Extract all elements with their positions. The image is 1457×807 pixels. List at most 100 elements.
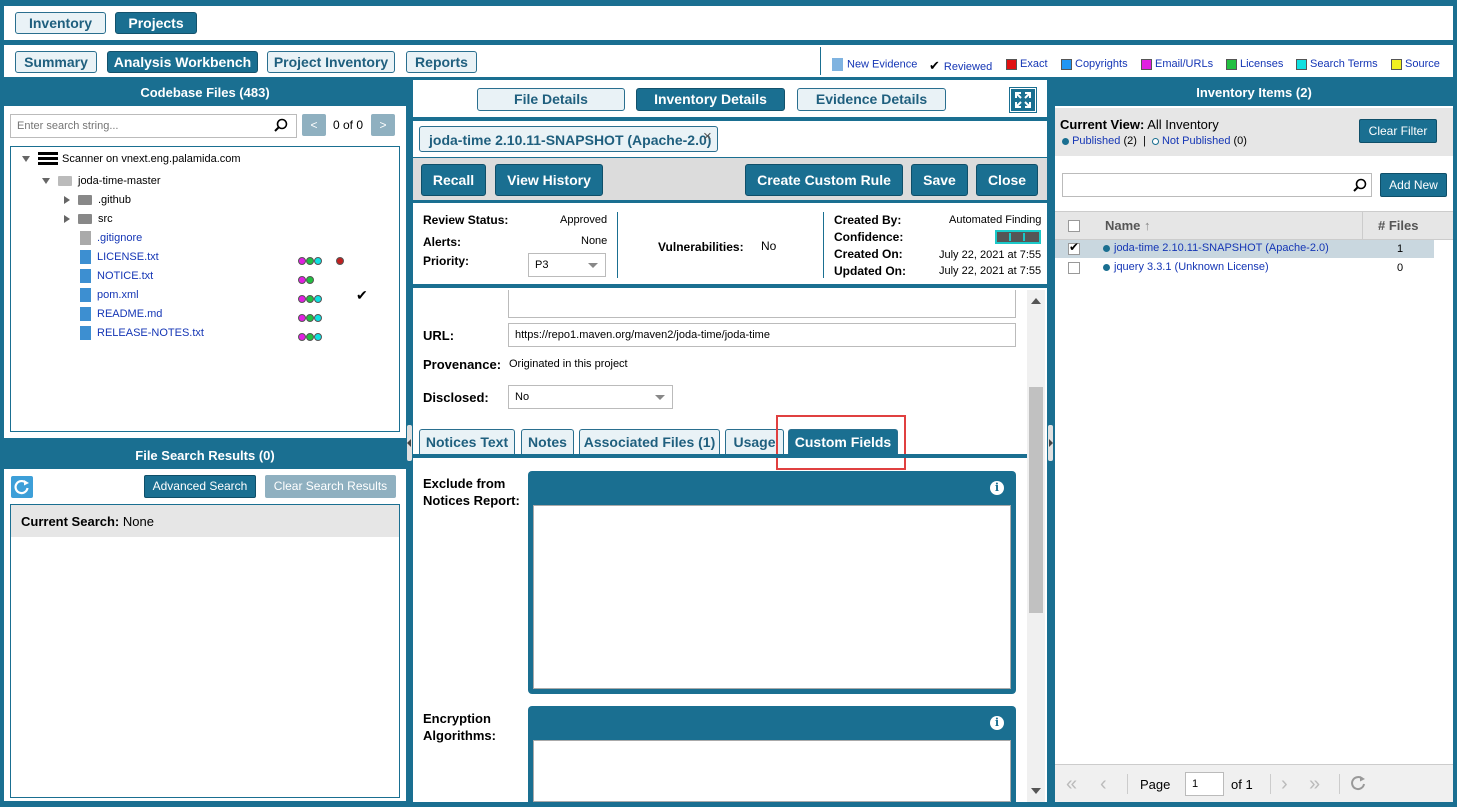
tree-node-release-notes[interactable]: RELEASE-NOTES.txt [80,326,204,340]
last-page-icon[interactable]: » [1309,773,1320,796]
legend-new-evidence: New Evidence [832,58,917,71]
confidence-label: Confidence: [834,230,904,244]
scroll-down-icon[interactable] [1031,788,1041,794]
top-nav-bar: Inventory Projects [4,6,1453,40]
tree-node-notice[interactable]: NOTICE.txt [80,269,153,283]
file-icon [80,250,91,264]
text-area-top[interactable] [508,290,1016,318]
current-search-box: Current Search: None [10,504,400,798]
current-search-label: Current Search: None [21,514,154,529]
left-splitter-handle[interactable] [407,425,412,461]
info-icon[interactable]: i [990,716,1004,730]
view-history-button[interactable]: View History [495,164,603,196]
exclude-notices-field: i [528,471,1016,694]
first-page-icon[interactable]: « [1066,773,1077,796]
center-scrollbar[interactable] [1027,290,1045,802]
priority-select[interactable]: P3 [528,253,606,277]
evidence-dot [298,275,306,284]
expand-icon[interactable] [42,178,50,184]
inventory-item-name[interactable]: joda-time 2.10.11-SNAPSHOT (Apache-2.0) [1103,242,1329,254]
scroll-thumb[interactable] [1029,387,1043,613]
close-icon[interactable]: × [703,128,712,145]
sort-arrow-icon: ↑ [1144,218,1151,233]
search-terms-swatch [1296,58,1307,70]
column-name-header[interactable]: Name ↑ [1105,218,1151,233]
codebase-prev-button[interactable]: < [302,114,326,136]
check-icon: ✔ [1069,240,1080,254]
tree-node-readme[interactable]: README.md [80,307,162,321]
close-button[interactable]: Close [976,164,1038,196]
select-all-checkbox[interactable] [1068,220,1080,232]
next-page-icon[interactable]: › [1281,773,1288,796]
created-on-value: July 22, 2021 at 7:55 [939,249,1042,261]
create-custom-rule-button[interactable]: Create Custom Rule [745,164,903,196]
legend-licenses: Licenses [1226,58,1283,70]
save-button[interactable]: Save [911,164,968,196]
page-input[interactable]: 1 [1185,772,1224,796]
chevron-down-icon [588,263,598,268]
tree-node-github[interactable]: .github [64,194,131,206]
inventory-item-name[interactable]: jquery 3.3.1 (Unknown License) [1103,261,1269,273]
evidence-dot [298,313,306,322]
refresh-icon[interactable] [11,476,33,498]
published-dot [1103,263,1110,271]
inventory-doc-tab[interactable]: joda-time 2.10.11-SNAPSHOT (Apache-2.0) … [419,126,718,152]
expand-icon[interactable] [1009,87,1037,113]
exclude-notices-textarea[interactable] [533,505,1011,689]
inventory-details-tab[interactable]: Inventory Details [636,88,785,111]
tree-node-joda-time-master[interactable]: joda-time-master [42,175,161,187]
url-input[interactable]: https://repo1.maven.org/maven2/joda-time… [508,323,1016,347]
legend-copyrights: Copyrights [1061,58,1128,70]
row-checkbox[interactable]: ✔ [1068,240,1080,255]
codebase-next-button[interactable]: > [371,114,395,136]
tree-node-src[interactable]: src [64,213,113,225]
evidence-details-tab[interactable]: Evidence Details [797,88,946,111]
collapse-icon[interactable] [64,215,70,223]
summary-tab[interactable]: Summary [15,51,97,73]
page-label: Page [1140,777,1171,792]
info-icon[interactable]: i [990,481,1004,495]
refresh-icon[interactable] [1349,774,1367,795]
tree-node-gitignore[interactable]: .gitignore [80,231,142,245]
clear-filter-button[interactable]: Clear Filter [1359,119,1437,143]
search-icon[interactable] [1353,178,1367,192]
file-details-tab[interactable]: File Details [477,88,625,111]
updated-on-value: July 22, 2021 at 7:55 [939,265,1042,277]
tab-associated-files[interactable]: Associated Files (1) [579,429,720,454]
advanced-search-button[interactable]: Advanced Search [144,475,256,498]
row-checkbox[interactable] [1068,262,1080,274]
encryption-textarea[interactable] [533,740,1011,802]
disclosed-select[interactable]: No [508,385,673,409]
prev-page-icon[interactable]: ‹ [1100,773,1107,796]
codebase-files-panel: Codebase Files (483) < 0 of 0 > [4,80,406,438]
clear-search-results-button[interactable]: Clear Search Results [265,475,396,498]
analysis-workbench-tab[interactable]: Analysis Workbench [107,51,258,73]
tree-node-pom[interactable]: pom.xml [80,288,139,302]
projects-tab[interactable]: Projects [115,12,197,34]
tree-node-license[interactable]: LICENSE.txt [80,250,159,264]
collapse-icon[interactable] [64,196,70,204]
reports-tab[interactable]: Reports [406,51,477,73]
right-splitter-handle[interactable] [1048,425,1053,461]
add-new-button[interactable]: Add New [1380,173,1447,197]
not-published-filter[interactable]: Not Published [1162,135,1231,147]
project-inventory-tab[interactable]: Project Inventory [267,51,395,73]
search-icon[interactable] [274,118,288,132]
inventory-search-input[interactable] [1062,173,1372,197]
expand-icon[interactable] [22,156,30,162]
file-icon [80,307,91,321]
url-label: URL: [423,328,455,343]
tab-notices-text[interactable]: Notices Text [419,429,515,454]
inventory-tab[interactable]: Inventory [15,12,106,34]
scroll-up-icon[interactable] [1031,298,1041,304]
tab-notes[interactable]: Notes [521,429,574,454]
tree-node-server[interactable]: Scanner on vnext.eng.palamida.com [22,152,241,166]
published-filter[interactable]: Published [1072,135,1120,147]
codebase-search-input[interactable] [10,114,297,138]
current-view: Current View: All Inventory [1060,117,1219,132]
evidence-dot [314,313,322,322]
published-dot [1062,137,1069,145]
recall-button[interactable]: Recall [421,164,486,196]
legend-email-urls: Email/URLs [1141,58,1213,70]
notice-evidence-dots [298,272,314,286]
